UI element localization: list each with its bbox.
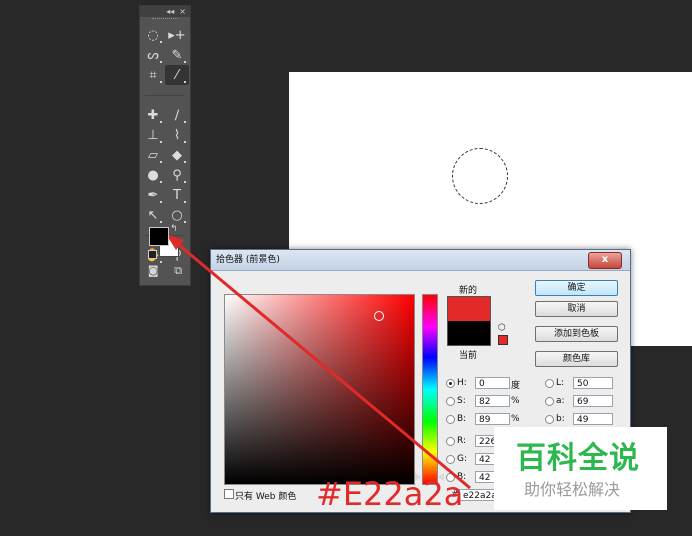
lab-l-label: L: — [556, 378, 565, 388]
brightness-label: B: — [457, 414, 467, 424]
tools-bottom-row: ◙ ⧉ — [140, 264, 190, 278]
new-color-swatch — [447, 296, 491, 322]
lasso-tool[interactable]: ᔕ — [141, 45, 165, 65]
gamut-warning-chip[interactable] — [498, 335, 508, 345]
paint-bucket-tool[interactable]: ◆ — [165, 145, 189, 165]
pen-tool[interactable]: ✒ — [141, 185, 165, 205]
eyedropper-tool[interactable]: ⁄ — [165, 65, 189, 85]
elliptical-selection — [452, 148, 508, 204]
web-safe-cube-icon[interactable]: ⬡ — [498, 323, 506, 333]
web-colors-only-label: 只有 Web 颜色 — [235, 492, 297, 502]
lab-b-input[interactable]: 49 — [573, 413, 613, 425]
path-selection-icon: ↖ — [147, 207, 159, 223]
clone-stamp-tool[interactable]: ⊥ — [141, 125, 165, 145]
blur-tool[interactable]: ● — [141, 165, 165, 185]
eraser-icon: ▱ — [148, 147, 158, 163]
lasso-icon: ᔕ — [147, 47, 159, 63]
color-field-shade-layer — [225, 295, 414, 484]
lab-l-radio[interactable] — [545, 379, 554, 388]
current-color-label: 当前 — [459, 351, 478, 361]
panel-grip[interactable] — [152, 18, 178, 25]
new-color-label: 新的 — [459, 286, 478, 296]
lab-a-label: a: — [556, 396, 565, 406]
dodge-tool[interactable]: ⚲ — [165, 165, 189, 185]
ok-button[interactable]: 确定 — [535, 280, 618, 296]
eraser-tool[interactable]: ▱ — [141, 145, 165, 165]
tools-panel-header: ◂◂ × — [140, 6, 190, 17]
red-radio[interactable] — [446, 437, 455, 446]
dialog-titlebar[interactable]: 拾色器 (前景色) x — [211, 250, 630, 271]
saturation-input[interactable]: 82 — [475, 395, 510, 407]
foreground-color-swatch[interactable] — [149, 227, 169, 246]
ellipse-shape-icon: ○ — [171, 207, 183, 223]
history-brush-icon: ⌇ — [173, 127, 181, 143]
hue-radio[interactable] — [446, 379, 455, 388]
annotation-hex-text: #E22a2a — [316, 475, 464, 513]
default-colors-icon[interactable] — [148, 250, 157, 259]
history-brush-tool[interactable]: ⌇ — [165, 125, 189, 145]
watermark-subtitle: 助你轻松解决 — [524, 480, 621, 499]
ellipse-shape-tool[interactable]: ○ — [165, 205, 189, 225]
saturation-radio[interactable] — [446, 397, 455, 406]
green-label: G: — [457, 454, 468, 464]
brush-icon: ∕ — [174, 107, 180, 123]
hue-label: H: — [457, 378, 467, 388]
green-radio[interactable] — [446, 455, 455, 464]
collapse-panel-icon[interactable]: ◂◂ — [166, 6, 174, 17]
add-to-swatches-button[interactable]: 添加到色板 — [535, 326, 618, 342]
eyedropper-icon: ⁄ — [175, 67, 179, 83]
quick-mask-icon[interactable]: ◙ — [148, 264, 159, 278]
dialog-title: 拾色器 (前景色) — [216, 255, 280, 265]
lab-l-input[interactable]: 50 — [573, 377, 613, 389]
tools-panel: ◂◂ × ◌ ▸+ ᔕ ✎ ⌗ ⁄ ✚ ∕ ⊥ ⌇ ▱ ◆ ● ⚲ ✒ T ↖ … — [139, 5, 191, 286]
swap-colors-icon[interactable]: ↰ — [170, 224, 178, 234]
current-color-swatch[interactable] — [447, 321, 491, 346]
paint-bucket-icon: ◆ — [172, 147, 182, 163]
path-selection-tool[interactable]: ↖ — [141, 205, 165, 225]
pen-icon: ✒ — [147, 187, 159, 203]
color-libraries-button[interactable]: 颜色库 — [535, 351, 618, 367]
screen-mode-icon[interactable]: ⧉ — [174, 264, 182, 278]
crop-tool[interactable]: ⌗ — [141, 65, 165, 85]
move-icon: ▸+ — [168, 27, 186, 43]
healing-brush-tool[interactable]: ✚ — [141, 105, 165, 125]
color-field[interactable] — [224, 294, 415, 485]
cancel-button[interactable]: 取消 — [535, 301, 618, 317]
brush-tool[interactable]: ∕ — [165, 105, 189, 125]
brightness-radio[interactable] — [446, 415, 455, 424]
elliptical-marquee-tool[interactable]: ◌ — [141, 25, 165, 45]
saturation-label: S: — [457, 396, 466, 406]
watermark-logo: 百科全说 助你轻松解决 — [494, 427, 667, 510]
lab-a-radio[interactable] — [545, 397, 554, 406]
watermark-title: 百科全说 — [516, 441, 640, 476]
elliptical-marquee-icon: ◌ — [147, 27, 159, 43]
type-tool[interactable]: T — [165, 185, 189, 205]
hue-unit: 度 — [511, 381, 521, 391]
quick-selection-icon: ✎ — [171, 47, 183, 63]
lab-b-radio[interactable] — [545, 415, 554, 424]
close-panel-icon[interactable]: × — [179, 6, 186, 17]
type-icon: T — [173, 187, 181, 203]
brightness-unit: % — [511, 414, 520, 424]
clone-stamp-icon: ⊥ — [147, 127, 159, 143]
dialog-close-button[interactable]: x — [588, 252, 622, 269]
dodge-icon: ⚲ — [172, 167, 182, 183]
blur-icon: ● — [147, 167, 159, 183]
hue-input[interactable]: 0 — [475, 377, 510, 389]
web-colors-only-checkbox[interactable] — [224, 489, 234, 499]
hue-slider[interactable] — [422, 294, 438, 485]
crop-icon: ⌗ — [149, 67, 157, 83]
healing-brush-icon: ✚ — [147, 107, 159, 123]
quick-selection-tool[interactable]: ✎ — [165, 45, 189, 65]
tool-separator — [145, 94, 185, 96]
color-field-cursor[interactable] — [374, 311, 384, 321]
lab-a-input[interactable]: 69 — [573, 395, 613, 407]
move-tool[interactable]: ▸+ — [165, 25, 189, 45]
red-label: R: — [457, 436, 467, 446]
brightness-input[interactable]: 89 — [475, 413, 510, 425]
saturation-unit: % — [511, 396, 520, 406]
lab-b-label: b: — [556, 414, 565, 424]
